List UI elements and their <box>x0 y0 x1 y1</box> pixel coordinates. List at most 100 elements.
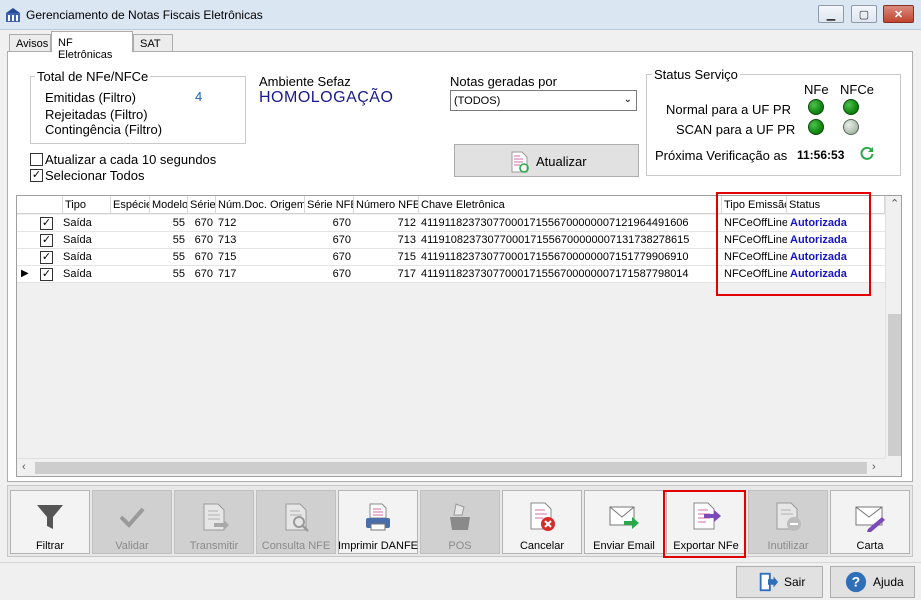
vertical-scroll-thumb[interactable] <box>888 314 901 456</box>
cell-especie <box>111 232 150 249</box>
cell-num-doc-origem: 713 <box>218 234 237 246</box>
cell-chave: 4119118237307700017155670000000717158779… <box>421 268 689 280</box>
cell-serie-nfe: 670 <box>332 268 351 280</box>
cell-num-doc-origem: 715 <box>218 251 237 263</box>
scroll-right-icon[interactable]: › <box>872 461 876 473</box>
pos-button[interactable]: POS <box>420 490 500 554</box>
cell-numero-nfe: 717 <box>397 268 416 280</box>
scroll-left-icon[interactable]: ‹ <box>22 461 26 473</box>
inutilizar-button[interactable]: Inutilizar <box>748 490 828 554</box>
highlight-status-columns <box>716 192 871 296</box>
totals-title: Total de NFe/NFCe <box>35 69 151 84</box>
consulta-nfe-button[interactable]: Consulta NFE <box>256 490 336 554</box>
close-button[interactable]: ✕ <box>883 5 914 23</box>
validar-button[interactable]: Validar <box>92 490 172 554</box>
sair-button[interactable]: Sair <box>736 566 823 598</box>
tab-nf-eletronicas[interactable]: NF Eletrônicas <box>51 31 133 61</box>
enviar-email-label: Enviar Email <box>593 540 655 552</box>
action-toolbar: Filtrar Validar Transmitir Consulta NFE … <box>7 485 913 557</box>
row-checkbox[interactable]: ✓ <box>40 268 53 281</box>
document-cancel-icon <box>530 502 555 531</box>
ambiente-value: HOMOLOGAÇÃO <box>259 89 394 106</box>
inutilizar-label: Inutilizar <box>767 540 809 552</box>
col-header-serie[interactable]: Série <box>188 196 216 214</box>
row-checkbox[interactable]: ✓ <box>40 234 53 247</box>
col-header-modelo[interactable]: Modelo <box>150 196 188 214</box>
cell-num-doc-origem: 712 <box>218 217 237 229</box>
auto-refresh-checkbox[interactable] <box>30 153 43 166</box>
cell-serie: 670 <box>194 268 213 280</box>
notas-select[interactable]: (TODOS) ⌄ <box>450 90 637 111</box>
vertical-scrollbar[interactable]: ⌃ <box>885 196 901 458</box>
maximize-button[interactable]: ▢ <box>851 5 877 23</box>
imprimir-danfe-button[interactable]: Imprimir DANFE <box>338 490 418 554</box>
cell-especie <box>111 249 150 266</box>
status-led-nfce-scan <box>843 119 859 135</box>
auto-refresh-label: Atualizar a cada 10 segundos <box>45 152 217 167</box>
highlight-exportar-button <box>663 490 746 558</box>
ambiente-label: Ambiente Sefaz <box>259 74 351 89</box>
sair-label: Sair <box>784 575 806 589</box>
cell-chave: 4119118237307700017155670000000712196449… <box>421 217 689 229</box>
contingencia-label: Contingência (Filtro) <box>45 122 163 137</box>
minimize-icon: ▁ <box>826 8 836 21</box>
scroll-up-icon[interactable]: ⌃ <box>890 197 899 210</box>
document-refresh-icon <box>511 151 529 173</box>
exit-door-icon <box>759 572 779 592</box>
select-all-checkbox[interactable]: ✓ <box>30 169 43 182</box>
app-icon <box>6 8 20 22</box>
cell-modelo: 55 <box>172 217 185 229</box>
cancelar-button[interactable]: Cancelar <box>502 490 582 554</box>
status-led-nfe-normal <box>808 99 824 115</box>
cell-numero-nfe: 713 <box>397 234 416 246</box>
col-header-chave[interactable]: Chave Eletrônica <box>419 196 722 214</box>
pos-printer-icon <box>450 503 470 530</box>
ajuda-button[interactable]: ? Ajuda <box>830 566 915 598</box>
cell-especie <box>111 215 150 232</box>
row-checkbox[interactable]: ✓ <box>40 217 53 230</box>
next-check-label: Próxima Verificação as <box>655 148 788 163</box>
ajuda-label: Ajuda <box>873 575 904 589</box>
cell-tipo: Saída <box>63 217 92 229</box>
atualizar-label: Atualizar <box>536 154 587 169</box>
cell-tipo: Saída <box>63 251 92 263</box>
validar-label: Validar <box>115 540 149 552</box>
horizontal-scroll-thumb[interactable] <box>35 462 867 474</box>
col-header-especie[interactable]: Espécie <box>111 196 150 214</box>
col-header-serie-nfe[interactable]: Série NFE <box>305 196 354 214</box>
transmitir-button[interactable]: Transmitir <box>174 490 254 554</box>
col-header-num-doc-origem[interactable]: Núm.Doc. Origem <box>216 196 305 214</box>
refresh-icon[interactable] <box>859 145 875 161</box>
tab-sat[interactable]: SAT <box>133 34 173 52</box>
cell-modelo: 55 <box>172 251 185 263</box>
email-icon <box>609 506 639 529</box>
cell-tipo: Saída <box>63 268 92 280</box>
transmit-icon <box>203 503 229 531</box>
tab-avisos[interactable]: Avisos <box>9 34 51 52</box>
atualizar-button[interactable]: Atualizar <box>454 144 639 177</box>
rejeitadas-label: Rejeitadas (Filtro) <box>45 107 148 122</box>
col-header-numero-nfe[interactable]: Número NFE <box>354 196 419 214</box>
status-row-normal: Normal para a UF PR <box>666 102 791 117</box>
notas-selected-value: (TODOS) <box>454 95 501 107</box>
horizontal-scrollbar[interactable]: ‹ › <box>17 458 885 476</box>
enviar-email-button[interactable]: Enviar Email <box>584 490 664 554</box>
row-checkbox[interactable]: ✓ <box>40 251 53 264</box>
filtrar-button[interactable]: Filtrar <box>10 490 90 554</box>
pos-label: POS <box>448 540 472 552</box>
emitidas-value: 4 <box>195 89 203 104</box>
status-row-scan: SCAN para a UF PR <box>676 122 796 137</box>
cancelar-label: Cancelar <box>519 540 565 552</box>
cell-serie: 670 <box>194 217 213 229</box>
carta-button[interactable]: Carta <box>830 490 910 554</box>
col-header-tipo[interactable]: Tipo <box>63 196 111 214</box>
help-icon: ? <box>845 571 867 593</box>
status-col-nfce: NFCe <box>840 82 874 97</box>
close-icon: ✕ <box>893 8 904 21</box>
select-all-label: Selecionar Todos <box>45 168 145 183</box>
filter-icon <box>37 505 63 529</box>
letter-pencil-icon <box>855 506 885 532</box>
document-void-icon <box>776 502 801 531</box>
title-bar: Gerenciamento de Notas Fiscais Eletrônic… <box>0 0 921 30</box>
minimize-button[interactable]: ▁ <box>818 5 844 23</box>
